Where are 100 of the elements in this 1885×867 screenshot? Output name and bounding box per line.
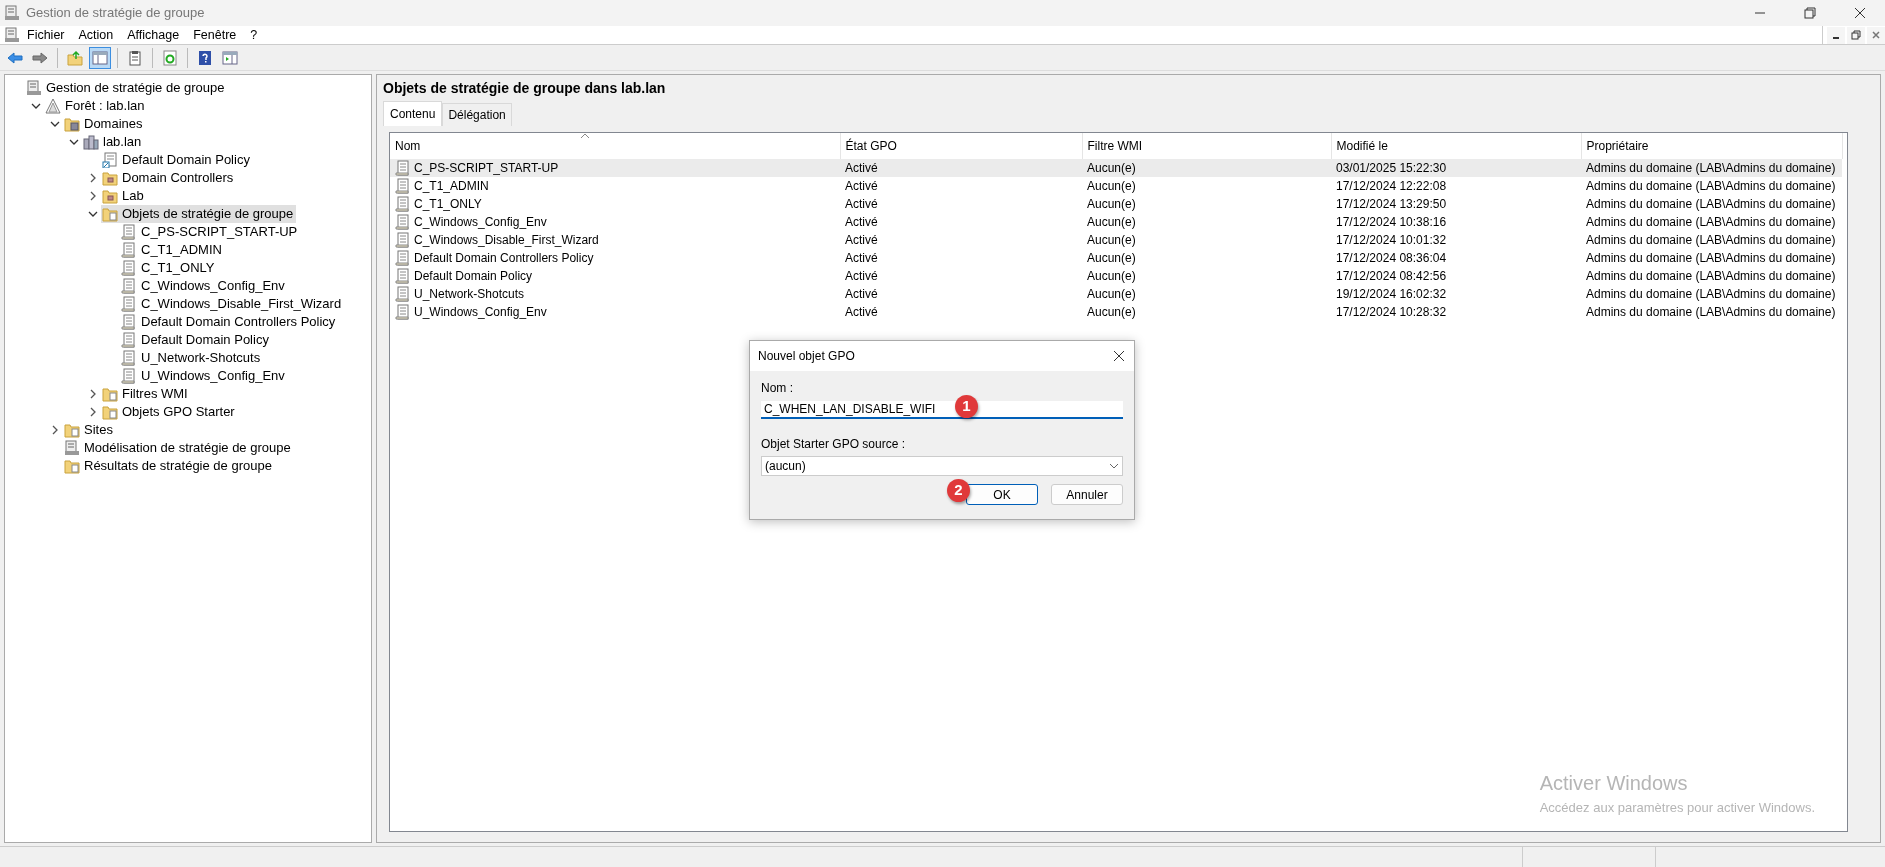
table-cell-text: Activé bbox=[844, 214, 879, 231]
tree-label: Filtres WMI bbox=[122, 385, 188, 404]
pane-button[interactable] bbox=[89, 46, 111, 69]
gpo-name: C_Windows_Disable_First_Wizard bbox=[414, 232, 599, 249]
folder-icon bbox=[102, 206, 118, 222]
tree-item[interactable]: lab.lan bbox=[82, 133, 145, 151]
tree-label: lab.lan bbox=[103, 133, 142, 152]
document-icon bbox=[395, 250, 411, 266]
tree-label: Gestion de stratégie de groupe bbox=[46, 79, 225, 98]
tab[interactable]: Délégation bbox=[442, 103, 512, 126]
table-row[interactable]: Default Domain Policy Activé Aucun(e) 17/12/2024 08:42:56 Admins du domaine (LAB\Admins du domaine) bbox=[390, 267, 1842, 285]
source-dropdown[interactable]: (aucun) bbox=[761, 456, 1123, 476]
table-row[interactable]: U_Network-Shotcuts Activé Aucun(e) 19/12/2024 16:02:32 Admins du domaine (LAB\Admins du domaine) bbox=[390, 285, 1842, 303]
menu-item[interactable]: Fichier bbox=[20, 25, 72, 45]
chevron-icon[interactable] bbox=[50, 425, 60, 435]
chevron-icon[interactable] bbox=[88, 389, 98, 399]
chevron-icon[interactable] bbox=[69, 137, 79, 147]
document-icon bbox=[395, 268, 411, 284]
tree-item[interactable]: C_T1_ONLY bbox=[120, 259, 218, 277]
table-row[interactable]: C_T1_ADMIN Activé Aucun(e) 17/12/2024 12:22:08 Admins du domaine (LAB\Admins du domaine) bbox=[390, 177, 1842, 195]
gpo-name: U_Network-Shotcuts bbox=[414, 286, 525, 303]
document-icon bbox=[121, 332, 137, 348]
chevron-icon bbox=[1109, 463, 1119, 469]
tab[interactable]: Contenu bbox=[383, 101, 443, 126]
tree-item[interactable]: Default Domain Policy bbox=[120, 331, 272, 349]
tree-item[interactable]: Domaines bbox=[63, 115, 146, 133]
table-cell-text: Admins du domaine (LAB\Admins du domaine) bbox=[1585, 250, 1837, 267]
tree-label: Default Domain Controllers Policy bbox=[141, 313, 336, 332]
tree-label: C_T1_ADMIN bbox=[141, 241, 222, 260]
table-row[interactable]: C_Windows_Config_Env Activé Aucun(e) 17/12/2024 10:38:16 Admins du domaine (LAB\Admins du domaine) bbox=[390, 213, 1842, 231]
document-icon bbox=[395, 286, 411, 302]
menu-item[interactable]: Fenêtre bbox=[186, 25, 244, 45]
tree-item[interactable]: Objets GPO Starter bbox=[101, 403, 238, 421]
gpo-name: C_T1_ADMIN bbox=[414, 178, 489, 195]
menu-item[interactable]: Affichage bbox=[120, 25, 187, 45]
tree-item[interactable]: Objets de stratégie de groupe bbox=[101, 205, 297, 223]
table-cell-text: Aucun(e) bbox=[1086, 214, 1137, 231]
tree-item[interactable]: Lab bbox=[101, 187, 147, 205]
table-row[interactable]: Default Domain Controllers Policy Activé Aucun(e) 17/12/2024 08:36:04 Admins du domaine (LAB\Admins du domaine) bbox=[390, 249, 1842, 267]
chevron-icon[interactable] bbox=[88, 407, 98, 417]
tree-label: U_Windows_Config_Env bbox=[141, 367, 285, 386]
tree-item[interactable]: C_T1_ADMIN bbox=[120, 241, 225, 259]
ok-button[interactable]: OK bbox=[966, 484, 1038, 505]
menu-item[interactable]: Action bbox=[71, 25, 121, 45]
tree-label: Default Domain Policy bbox=[122, 151, 250, 170]
tree-item[interactable]: Sites bbox=[63, 421, 116, 439]
folder-up-icon bbox=[67, 49, 83, 66]
close-icon[interactable] bbox=[1113, 350, 1125, 362]
tree-item[interactable]: Gestion de stratégie de groupe bbox=[25, 79, 228, 97]
console-icon bbox=[64, 440, 80, 456]
folder-icon bbox=[64, 458, 80, 474]
table-cell-text: Aucun(e) bbox=[1086, 268, 1137, 285]
menu-item[interactable]: ? bbox=[243, 25, 265, 45]
table-row[interactable]: C_Windows_Disable_First_Wizard Activé Aucun(e) 17/12/2024 10:01:32 Admins du domaine (LAB\Admins du domaine) bbox=[390, 231, 1842, 249]
table-row[interactable]: U_Windows_Config_Env Activé Aucun(e) 17/12/2024 10:28:32 Admins du domaine (LAB\Admins du domaine) bbox=[390, 303, 1842, 321]
folder-icon bbox=[102, 404, 118, 420]
tree-item[interactable]: Default Domain Policy bbox=[101, 151, 253, 169]
table-cell: Activé bbox=[840, 177, 1082, 195]
restore-icon[interactable] bbox=[1851, 30, 1861, 40]
table-cell-text: Activé bbox=[844, 232, 879, 249]
tree-item[interactable]: Default Domain Controllers Policy bbox=[120, 313, 339, 331]
pane-icon bbox=[92, 49, 108, 66]
table-cell-text: 17/12/2024 13:29:50 bbox=[1335, 196, 1448, 213]
folder-icon bbox=[102, 170, 118, 186]
table-row[interactable]: C_T1_ONLY Activé Aucun(e) 17/12/2024 13:29:50 Admins du domaine (LAB\Admins du domaine) bbox=[390, 195, 1842, 213]
panel-title: Objets de stratégie de groupe dans lab.lan bbox=[383, 79, 667, 98]
document-icon bbox=[121, 224, 137, 240]
document-icon bbox=[121, 350, 137, 366]
tree-label: Sites bbox=[84, 421, 113, 440]
tree-item[interactable]: C_PS-SCRIPT_START-UP bbox=[120, 223, 301, 241]
chevron-icon[interactable] bbox=[88, 173, 98, 183]
tree-item[interactable]: U_Windows_Config_Env bbox=[120, 367, 288, 385]
tree-item[interactable]: U_Network-Shotcuts bbox=[120, 349, 264, 367]
step-badge: 1 bbox=[955, 395, 978, 418]
tree-item[interactable]: Forêt : lab.lan bbox=[44, 97, 148, 115]
tree-item[interactable]: Filtres WMI bbox=[101, 385, 191, 403]
table-row[interactable]: C_PS-SCRIPT_START-UP Activé Aucun(e) 03/01/2025 15:22:30 Admins du domaine (LAB\Admins du domaine) bbox=[390, 159, 1842, 177]
tree-item[interactable]: C_Windows_Config_Env bbox=[120, 277, 288, 295]
document-icon bbox=[395, 304, 411, 320]
gpo-name: C_PS-SCRIPT_START-UP bbox=[414, 160, 559, 177]
chevron-icon[interactable] bbox=[88, 209, 98, 219]
dropdown-value: (aucun) bbox=[765, 458, 806, 475]
refresh-icon bbox=[162, 49, 178, 66]
table-cell-text: 17/12/2024 10:38:16 bbox=[1335, 214, 1448, 231]
tree-item[interactable]: Résultats de stratégie de groupe bbox=[63, 457, 275, 475]
clipboard-icon bbox=[127, 49, 143, 66]
chevron-icon[interactable] bbox=[50, 119, 60, 129]
chevron-icon[interactable] bbox=[88, 191, 98, 201]
document-icon bbox=[395, 160, 411, 176]
close-icon[interactable] bbox=[1854, 7, 1866, 19]
step-badge: 2 bbox=[947, 479, 970, 502]
table-cell-text: Aucun(e) bbox=[1086, 304, 1137, 321]
document-icon bbox=[395, 178, 411, 194]
table-cell-text: Admins du domaine (LAB\Admins du domaine) bbox=[1585, 304, 1837, 321]
cancel-button[interactable]: Annuler bbox=[1051, 484, 1123, 505]
tree-item[interactable]: Domain Controllers bbox=[101, 169, 237, 187]
folder-icon bbox=[64, 116, 80, 132]
activation-title: Activer Windows bbox=[1539, 770, 1689, 796]
restore-icon[interactable] bbox=[1804, 7, 1816, 19]
chevron-icon[interactable] bbox=[31, 101, 41, 111]
